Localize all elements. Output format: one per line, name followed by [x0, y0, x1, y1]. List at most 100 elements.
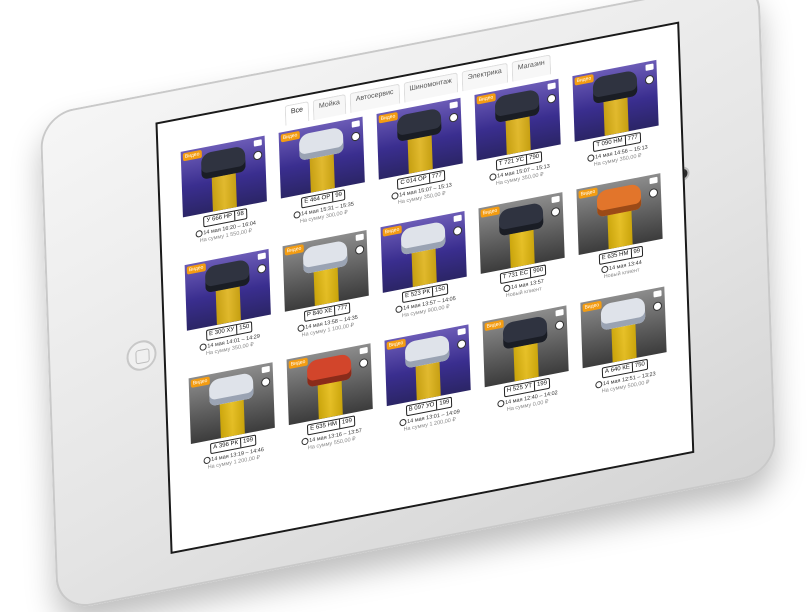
snapshot-icon[interactable]	[351, 131, 361, 142]
car-icon	[600, 296, 646, 331]
tab-all[interactable]: Все	[284, 101, 310, 126]
video-camera-icon[interactable]	[649, 176, 658, 185]
tab-autoservice[interactable]: Автосервис	[349, 83, 400, 114]
visit-card[interactable]: Видео У 666 НР 98 14 мая 16:20 – 16:04 На су…	[180, 135, 268, 248]
video-badge: Видео	[574, 74, 594, 86]
visit-card[interactable]: Видео Е 635 НМ 199 14 мая 13:16 – 13:57 На с…	[286, 343, 374, 455]
video-badge: Видео	[378, 111, 398, 124]
visit-card[interactable]: Видео В 097 УО 199 14 мая 13:01 – 14:09 На с…	[384, 324, 471, 436]
video-badge: Видео	[190, 376, 210, 388]
visit-card[interactable]: Видео Е 300 ХУ 150 14 мая 14:01 – 14:29 На с…	[184, 248, 272, 361]
car-photo[interactable]: Видео	[188, 362, 275, 445]
snapshot-icon[interactable]	[261, 376, 271, 388]
car-photo[interactable]: Видео	[384, 324, 471, 407]
video-camera-icon[interactable]	[257, 252, 266, 260]
plate-region: 790	[525, 152, 540, 165]
snapshot-icon[interactable]	[554, 319, 565, 331]
car-photo[interactable]: Видео	[572, 59, 659, 142]
tab-shop[interactable]: Магазин	[511, 54, 552, 82]
car-photo[interactable]: Видео	[474, 78, 561, 161]
car-photo[interactable]: Видео	[380, 211, 467, 293]
tablet-device: Все Мойка Автосервис Шиномонтаж Электрик…	[39, 0, 777, 612]
car-photo[interactable]: Видео	[376, 97, 463, 180]
plate-region: 99	[630, 247, 641, 258]
car-photo[interactable]: Видео	[278, 116, 365, 199]
plate-region: 98	[233, 209, 244, 221]
car-icon	[502, 315, 548, 350]
car-photo[interactable]: Видео	[478, 192, 565, 274]
snapshot-icon[interactable]	[550, 206, 561, 218]
plate-region: 750	[631, 360, 646, 372]
visit-card[interactable]: Видео Е 523 РК 150 14 мая 13:57 – 14:05 На с…	[380, 211, 468, 323]
snapshot-icon[interactable]	[253, 150, 263, 161]
car-icon	[396, 107, 442, 142]
car-icon	[498, 201, 544, 237]
video-badge: Видео	[280, 130, 300, 143]
plate-region: 777	[334, 303, 348, 316]
clock-icon	[496, 399, 505, 408]
video-camera-icon[interactable]	[653, 290, 662, 298]
video-camera-icon[interactable]	[253, 139, 262, 147]
video-camera-icon[interactable]	[359, 346, 368, 355]
car-photo[interactable]: Видео	[184, 248, 271, 331]
car-photo[interactable]: Видео	[282, 229, 369, 312]
tab-tire-service[interactable]: Шиномонтаж	[403, 72, 459, 103]
plate-region: 199	[239, 436, 254, 448]
car-photo[interactable]: Видео	[180, 135, 267, 218]
visit-card[interactable]: Видео С 014 ОР 777 14 мая 15:07 – 15:13 На с…	[376, 97, 464, 210]
snapshot-icon[interactable]	[355, 244, 365, 256]
video-badge: Видео	[484, 319, 504, 332]
visit-card[interactable]: Видео А 396 РК 199 14 мая 13:19 – 14:46 На с…	[188, 362, 276, 474]
video-camera-icon[interactable]	[555, 308, 564, 317]
visit-card[interactable]: Видео Е 464 ОР 99 14 мая 15:31 – 15:35 На су…	[278, 116, 366, 229]
video-badge: Видео	[578, 187, 598, 199]
car-photo[interactable]: Видео	[580, 286, 667, 369]
video-camera-icon[interactable]	[261, 365, 270, 374]
snapshot-icon[interactable]	[546, 93, 557, 104]
video-badge: Видео	[476, 93, 496, 105]
visit-card[interactable]: Видео Е 635 НМ 99 14 мая 13:44 Новый клиент	[576, 173, 663, 285]
visit-card[interactable]: Видео Т 731 ЕС 990 14 мая 13:57 Новый клиент	[478, 192, 565, 304]
video-camera-icon[interactable]	[449, 101, 458, 109]
video-camera-icon[interactable]	[351, 120, 360, 128]
car-photo[interactable]: Видео	[576, 173, 663, 256]
car-icon	[298, 126, 344, 161]
home-button-icon[interactable]	[125, 337, 158, 374]
tab-electrics[interactable]: Электрика	[461, 62, 509, 92]
snapshot-icon[interactable]	[456, 338, 467, 350]
plate-region: 199	[338, 416, 353, 429]
visit-card[interactable]: Видео Т 721 УС 790 14 мая 15:07 – 15:13 На с…	[474, 78, 561, 191]
video-camera-icon[interactable]	[453, 214, 462, 223]
visit-card[interactable]: Видео Т 090 НМ 777 14 мая 14:56 – 15:13 На с…	[572, 59, 659, 172]
car-icon	[592, 69, 638, 105]
plate-region: 990	[530, 265, 544, 278]
snapshot-icon[interactable]	[448, 112, 459, 123]
visit-card[interactable]: Видео Р 840 ХЕ 777 14 мая 13:58 – 14:35 На с…	[282, 229, 370, 342]
video-badge: Видео	[186, 263, 206, 275]
snapshot-icon[interactable]	[257, 263, 267, 275]
car-icon	[306, 353, 352, 388]
car-icon	[596, 183, 642, 218]
visit-card[interactable]: Видео Н 525 УТ 199 14 мая 12:40 – 14:02 На с…	[482, 305, 569, 417]
video-camera-icon[interactable]	[551, 195, 560, 204]
snapshot-icon[interactable]	[652, 300, 663, 312]
video-camera-icon[interactable]	[355, 233, 364, 242]
plate-region: 150	[236, 322, 250, 335]
snapshot-icon[interactable]	[358, 357, 369, 369]
car-icon	[208, 372, 254, 407]
video-badge: Видео	[582, 300, 602, 313]
car-icon	[204, 258, 250, 294]
visit-card[interactable]: Видео А 640 КЕ 750 14 мая 12:51 – 13:23 На с…	[580, 286, 667, 398]
snapshot-icon[interactable]	[452, 225, 463, 237]
tab-wash[interactable]: Мойка	[312, 93, 347, 121]
snapshot-icon[interactable]	[644, 74, 655, 86]
video-camera-icon[interactable]	[457, 327, 466, 336]
video-camera-icon[interactable]	[547, 82, 556, 90]
video-badge: Видео	[480, 206, 500, 218]
snapshot-icon[interactable]	[648, 187, 659, 199]
car-photo[interactable]: Видео	[286, 343, 373, 426]
car-photo[interactable]: Видео	[482, 305, 569, 388]
video-camera-icon[interactable]	[645, 63, 654, 71]
video-badge: Видео	[182, 149, 202, 162]
car-icon	[200, 145, 246, 180]
